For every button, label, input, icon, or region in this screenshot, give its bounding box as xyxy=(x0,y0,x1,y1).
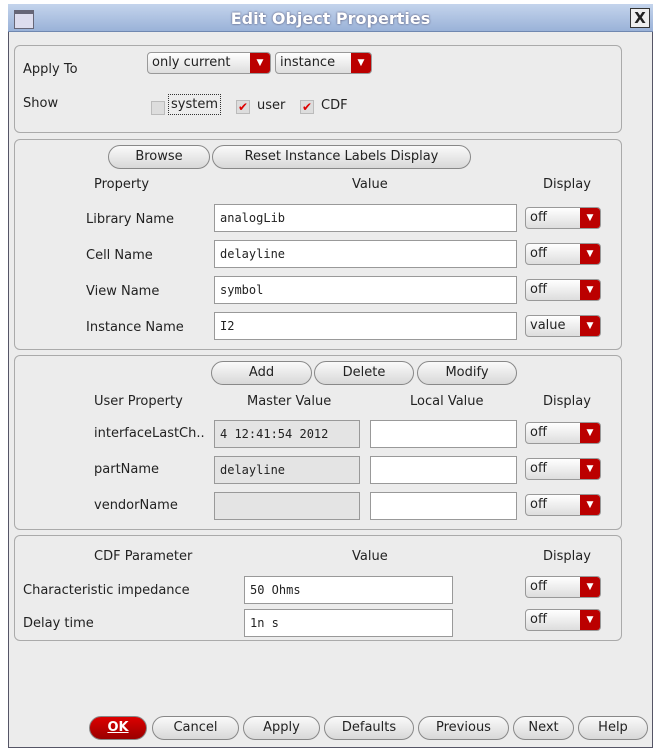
chevron-down-icon: ▼ xyxy=(580,316,600,336)
property-value-field[interactable]: delayline xyxy=(214,240,517,268)
header-user-property: User Property xyxy=(94,394,183,409)
display-value: off xyxy=(530,282,547,297)
user-property-name: interfaceLastCh.. xyxy=(94,426,205,441)
display-value: value xyxy=(530,318,566,333)
display-value: off xyxy=(530,210,547,225)
title-bar[interactable]: Edit Object Properties X xyxy=(8,4,653,32)
chevron-down-icon: ▼ xyxy=(580,423,600,443)
apply-scope-select[interactable]: only current ▼ xyxy=(147,52,271,74)
chevron-down-icon: ▼ xyxy=(351,53,371,73)
apply-scope-value: only current xyxy=(152,55,231,70)
user-property-name: vendorName xyxy=(94,498,178,513)
display-value: off xyxy=(530,425,547,440)
system-checkbox[interactable] xyxy=(151,101,165,115)
help-button[interactable]: Help xyxy=(578,716,648,740)
master-value-field: delayline xyxy=(214,456,360,484)
apply-button[interactable]: Apply xyxy=(243,716,320,740)
display-value: off xyxy=(530,497,547,512)
modify-button[interactable]: Modify xyxy=(417,361,517,385)
display-value: off xyxy=(530,612,547,627)
chevron-down-icon: ▼ xyxy=(580,610,600,630)
display-select[interactable]: off ▼ xyxy=(525,279,601,301)
user-label[interactable]: user xyxy=(257,98,285,113)
chevron-down-icon: ▼ xyxy=(580,208,600,228)
apply-type-select[interactable]: instance ▼ xyxy=(275,52,372,74)
header-master-value: Master Value xyxy=(247,394,332,409)
display-value: off xyxy=(530,461,547,476)
apply-to-label: Apply To xyxy=(23,62,78,77)
header-value: Value xyxy=(352,177,388,192)
chevron-down-icon: ▼ xyxy=(580,495,600,515)
display-select[interactable]: off ▼ xyxy=(525,576,601,598)
display-select[interactable]: off ▼ xyxy=(525,243,601,265)
cdf-parameter-name: Characteristic impedance xyxy=(23,583,190,598)
master-value-field: 4 12:41:54 2012 xyxy=(214,420,360,448)
system-label[interactable]: system xyxy=(168,94,221,115)
add-button[interactable]: Add xyxy=(211,361,312,385)
close-button[interactable]: X xyxy=(630,8,650,28)
cdf-parameter-name: Delay time xyxy=(23,616,94,631)
property-value-field[interactable]: I2 xyxy=(214,312,517,340)
display-select[interactable]: value ▼ xyxy=(525,315,601,337)
master-value-field xyxy=(214,492,360,520)
display-select[interactable]: off ▼ xyxy=(525,494,601,516)
chevron-down-icon: ▼ xyxy=(580,459,600,479)
browse-button[interactable]: Browse xyxy=(108,145,210,169)
chevron-down-icon: ▼ xyxy=(580,244,600,264)
header-cdf-value: Value xyxy=(352,549,388,564)
delete-button[interactable]: Delete xyxy=(314,361,414,385)
next-button[interactable]: Next xyxy=(513,716,574,740)
window-title: Edit Object Properties xyxy=(230,9,431,28)
user-property-name: partName xyxy=(94,462,160,477)
property-value-field[interactable]: symbol xyxy=(214,276,517,304)
property-name: Cell Name xyxy=(86,248,153,263)
header-cdf-parameter: CDF Parameter xyxy=(94,549,193,564)
property-name: View Name xyxy=(86,284,160,299)
header-property: Property xyxy=(94,177,150,192)
chevron-down-icon: ▼ xyxy=(580,577,600,597)
local-value-field[interactable] xyxy=(370,492,517,520)
ok-button[interactable]: OK xyxy=(89,716,147,740)
chevron-down-icon: ▼ xyxy=(580,280,600,300)
header-user-display: Display xyxy=(543,394,591,409)
header-local-value: Local Value xyxy=(410,394,484,409)
cdf-value-field[interactable]: 50 Ohms xyxy=(244,576,453,604)
header-display: Display xyxy=(543,177,591,192)
chevron-down-icon: ▼ xyxy=(250,53,270,73)
display-select[interactable]: off ▼ xyxy=(525,609,601,631)
local-value-field[interactable] xyxy=(370,420,517,448)
property-name: Instance Name xyxy=(86,320,184,335)
reset-labels-button[interactable]: Reset Instance Labels Display xyxy=(212,145,471,169)
display-value: off xyxy=(530,246,547,261)
cdf-label[interactable]: CDF xyxy=(321,98,348,113)
defaults-button[interactable]: Defaults xyxy=(324,716,414,740)
cdf-checkbox[interactable]: ✔ xyxy=(300,100,314,114)
header-cdf-display: Display xyxy=(543,549,591,564)
show-label: Show xyxy=(23,96,59,111)
cancel-button[interactable]: Cancel xyxy=(152,716,239,740)
property-name: Library Name xyxy=(86,212,174,227)
user-checkbox[interactable]: ✔ xyxy=(236,100,250,114)
display-select[interactable]: off ▼ xyxy=(525,207,601,229)
local-value-field[interactable] xyxy=(370,456,517,484)
display-value: off xyxy=(530,579,547,594)
display-select[interactable]: off ▼ xyxy=(525,458,601,480)
property-value-field[interactable]: analogLib xyxy=(214,204,517,232)
cdf-value-field[interactable]: 1n s xyxy=(244,609,453,637)
display-select[interactable]: off ▼ xyxy=(525,422,601,444)
apply-type-value: instance xyxy=(280,55,336,70)
previous-button[interactable]: Previous xyxy=(418,716,509,740)
